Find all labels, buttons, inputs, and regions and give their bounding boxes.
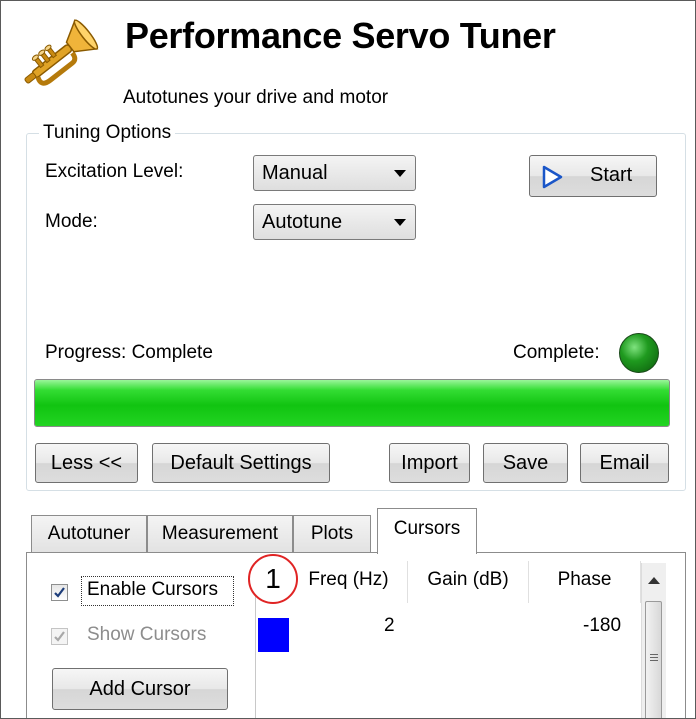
mode-label: Mode: bbox=[45, 211, 98, 232]
column-header-freq[interactable]: Freq (Hz) bbox=[290, 561, 408, 603]
tab-measurement[interactable]: Measurement bbox=[147, 515, 293, 553]
progress-bar bbox=[34, 379, 670, 427]
progress-fill bbox=[35, 380, 669, 426]
scrollbar-thumb[interactable] bbox=[645, 601, 662, 718]
add-cursor-button[interactable]: Add Cursor bbox=[52, 668, 228, 710]
excitation-level-label: Excitation Level: bbox=[45, 161, 184, 182]
checkmark-icon bbox=[54, 631, 65, 642]
app-title: Performance Servo Tuner bbox=[125, 15, 556, 56]
save-button[interactable]: Save bbox=[483, 443, 568, 483]
cursor-table: Freq (Hz) Gain (dB) Phase 2 -180 bbox=[255, 561, 668, 718]
mode-value: Autotune bbox=[262, 211, 343, 233]
grip-line bbox=[650, 657, 658, 658]
show-cursors-label: Show Cursors bbox=[87, 624, 207, 645]
servo-tuner-window: Performance Servo Tuner Autotunes your d… bbox=[0, 0, 696, 719]
progress-status-label: Progress: Complete bbox=[45, 342, 213, 363]
less-button[interactable]: Less << bbox=[35, 443, 138, 483]
start-button[interactable]: Start bbox=[529, 155, 657, 197]
tab-cursors[interactable]: Cursors bbox=[377, 508, 477, 554]
enable-cursors-label: Enable Cursors bbox=[87, 579, 218, 600]
trumpet-icon bbox=[24, 18, 99, 86]
tuning-options-label: Tuning Options bbox=[39, 122, 176, 144]
app-subtitle: Autotunes your drive and motor bbox=[123, 87, 389, 108]
checkmark-icon bbox=[54, 587, 65, 598]
enable-cursors-checkbox[interactable] bbox=[51, 584, 68, 601]
tab-plots[interactable]: Plots bbox=[293, 515, 371, 553]
tab-autotuner[interactable]: Autotuner bbox=[31, 515, 147, 553]
grip-line bbox=[650, 654, 658, 655]
scroll-up-arrow-icon[interactable] bbox=[648, 577, 660, 584]
mode-dropdown[interactable]: Autotune bbox=[253, 204, 416, 240]
status-indicator-light bbox=[619, 333, 659, 373]
excitation-level-value: Manual bbox=[262, 162, 328, 184]
email-button[interactable]: Email bbox=[580, 443, 669, 483]
chevron-down-icon bbox=[394, 170, 406, 177]
default-settings-button[interactable]: Default Settings bbox=[152, 443, 330, 483]
show-cursors-checkbox[interactable] bbox=[51, 628, 68, 645]
grip-line bbox=[650, 660, 658, 661]
import-button[interactable]: Import bbox=[389, 443, 470, 483]
cursor-color-swatch[interactable] bbox=[258, 618, 289, 652]
play-icon bbox=[542, 165, 563, 189]
column-header-phase[interactable]: Phase bbox=[529, 561, 641, 603]
callout-marker: 1 bbox=[248, 554, 298, 604]
excitation-level-dropdown[interactable]: Manual bbox=[253, 155, 416, 191]
chevron-down-icon bbox=[394, 219, 406, 226]
column-header-gain[interactable]: Gain (dB) bbox=[408, 561, 529, 603]
vertical-scrollbar[interactable] bbox=[641, 563, 666, 718]
table-cell-phase[interactable]: -180 bbox=[583, 615, 621, 637]
table-cell-freq[interactable]: 2 bbox=[384, 615, 395, 637]
start-label: Start bbox=[590, 164, 633, 186]
complete-label: Complete: bbox=[513, 342, 600, 363]
